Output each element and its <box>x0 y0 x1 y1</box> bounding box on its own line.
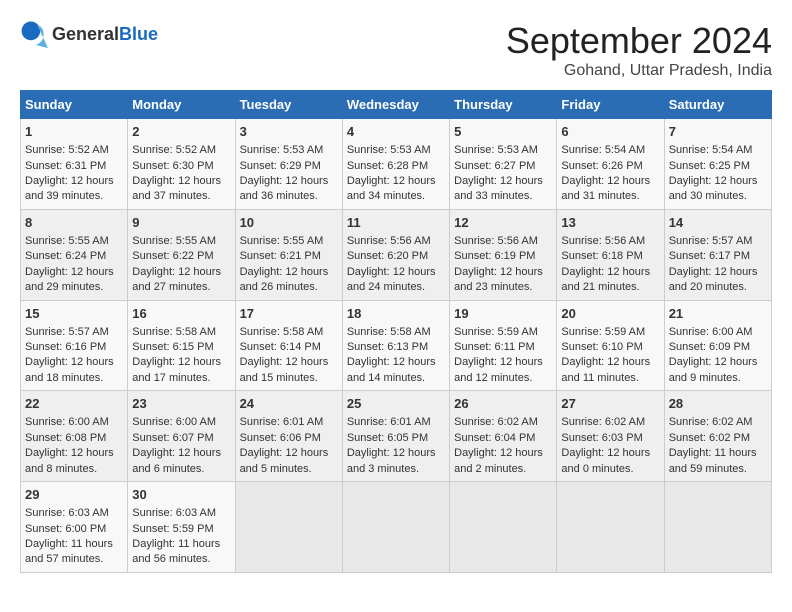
table-row: 22Sunrise: 6:00 AMSunset: 6:08 PMDayligh… <box>21 391 128 482</box>
table-row: 7Sunrise: 5:54 AMSunset: 6:25 PMDaylight… <box>664 119 771 210</box>
table-row: 9Sunrise: 5:55 AMSunset: 6:22 PMDaylight… <box>128 209 235 300</box>
table-row: 19Sunrise: 5:59 AMSunset: 6:11 PMDayligh… <box>450 300 557 391</box>
table-row <box>450 482 557 573</box>
table-row <box>557 482 664 573</box>
table-row: 25Sunrise: 6:01 AMSunset: 6:05 PMDayligh… <box>342 391 449 482</box>
header-thursday: Thursday <box>450 91 557 119</box>
table-row: 28Sunrise: 6:02 AMSunset: 6:02 PMDayligh… <box>664 391 771 482</box>
header-tuesday: Tuesday <box>235 91 342 119</box>
page-header: GeneralBlue September 2024 Gohand, Uttar… <box>20 20 772 80</box>
table-row <box>235 482 342 573</box>
title-area: September 2024 Gohand, Uttar Pradesh, In… <box>506 20 772 80</box>
table-row: 14Sunrise: 5:57 AMSunset: 6:17 PMDayligh… <box>664 209 771 300</box>
calendar-table: Sunday Monday Tuesday Wednesday Thursday… <box>20 90 772 573</box>
calendar-week-4: 22Sunrise: 6:00 AMSunset: 6:08 PMDayligh… <box>21 391 772 482</box>
header-saturday: Saturday <box>664 91 771 119</box>
table-row: 18Sunrise: 5:58 AMSunset: 6:13 PMDayligh… <box>342 300 449 391</box>
table-row: 13Sunrise: 5:56 AMSunset: 6:18 PMDayligh… <box>557 209 664 300</box>
table-row: 6Sunrise: 5:54 AMSunset: 6:26 PMDaylight… <box>557 119 664 210</box>
table-row: 24Sunrise: 6:01 AMSunset: 6:06 PMDayligh… <box>235 391 342 482</box>
table-row: 15Sunrise: 5:57 AMSunset: 6:16 PMDayligh… <box>21 300 128 391</box>
table-row: 17Sunrise: 5:58 AMSunset: 6:14 PMDayligh… <box>235 300 342 391</box>
table-row: 30Sunrise: 6:03 AMSunset: 5:59 PMDayligh… <box>128 482 235 573</box>
table-row: 20Sunrise: 5:59 AMSunset: 6:10 PMDayligh… <box>557 300 664 391</box>
table-row: 3Sunrise: 5:53 AMSunset: 6:29 PMDaylight… <box>235 119 342 210</box>
table-row: 21Sunrise: 6:00 AMSunset: 6:09 PMDayligh… <box>664 300 771 391</box>
weekday-header-row: Sunday Monday Tuesday Wednesday Thursday… <box>21 91 772 119</box>
table-row: 23Sunrise: 6:00 AMSunset: 6:07 PMDayligh… <box>128 391 235 482</box>
header-wednesday: Wednesday <box>342 91 449 119</box>
table-row: 29Sunrise: 6:03 AMSunset: 6:00 PMDayligh… <box>21 482 128 573</box>
calendar-week-5: 29Sunrise: 6:03 AMSunset: 6:00 PMDayligh… <box>21 482 772 573</box>
table-row: 10Sunrise: 5:55 AMSunset: 6:21 PMDayligh… <box>235 209 342 300</box>
header-friday: Friday <box>557 91 664 119</box>
month-title: September 2024 <box>506 20 772 62</box>
table-row: 2Sunrise: 5:52 AMSunset: 6:30 PMDaylight… <box>128 119 235 210</box>
table-row <box>664 482 771 573</box>
table-row: 8Sunrise: 5:55 AMSunset: 6:24 PMDaylight… <box>21 209 128 300</box>
logo-general: General <box>52 24 119 44</box>
table-row: 16Sunrise: 5:58 AMSunset: 6:15 PMDayligh… <box>128 300 235 391</box>
logo-icon <box>20 20 48 48</box>
table-row: 27Sunrise: 6:02 AMSunset: 6:03 PMDayligh… <box>557 391 664 482</box>
header-sunday: Sunday <box>21 91 128 119</box>
logo-blue: Blue <box>119 24 158 44</box>
table-row: 12Sunrise: 5:56 AMSunset: 6:19 PMDayligh… <box>450 209 557 300</box>
table-row <box>342 482 449 573</box>
header-monday: Monday <box>128 91 235 119</box>
table-row: 26Sunrise: 6:02 AMSunset: 6:04 PMDayligh… <box>450 391 557 482</box>
calendar-week-2: 8Sunrise: 5:55 AMSunset: 6:24 PMDaylight… <box>21 209 772 300</box>
table-row: 5Sunrise: 5:53 AMSunset: 6:27 PMDaylight… <box>450 119 557 210</box>
logo: GeneralBlue <box>20 20 158 48</box>
location-title: Gohand, Uttar Pradesh, India <box>506 62 772 80</box>
calendar-week-1: 1Sunrise: 5:52 AMSunset: 6:31 PMDaylight… <box>21 119 772 210</box>
table-row: 11Sunrise: 5:56 AMSunset: 6:20 PMDayligh… <box>342 209 449 300</box>
table-row: 4Sunrise: 5:53 AMSunset: 6:28 PMDaylight… <box>342 119 449 210</box>
calendar-week-3: 15Sunrise: 5:57 AMSunset: 6:16 PMDayligh… <box>21 300 772 391</box>
table-row: 1Sunrise: 5:52 AMSunset: 6:31 PMDaylight… <box>21 119 128 210</box>
